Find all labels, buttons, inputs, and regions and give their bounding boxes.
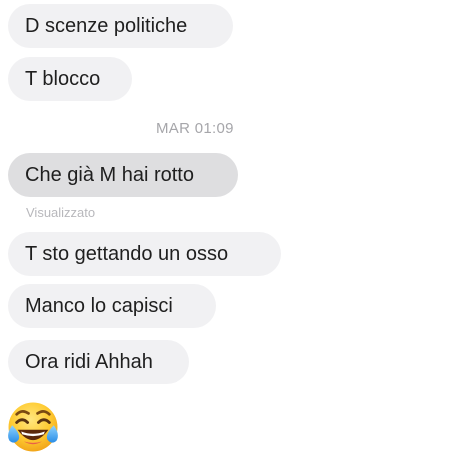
message-bubble[interactable]: D scenze politiche [8, 4, 233, 48]
message-timestamp: MAR 01:09 [156, 120, 234, 137]
message-bubble[interactable]: Ora ridi Ahhah [8, 340, 189, 384]
face-with-tears-of-joy-icon[interactable] [4, 398, 62, 456]
message-bubble-selected[interactable]: Che già M hai rotto [8, 153, 238, 197]
message-bubble[interactable]: T blocco [8, 57, 132, 101]
seen-status: Visualizzato [26, 205, 96, 220]
message-bubble[interactable]: T sto gettando un osso [8, 232, 281, 276]
message-bubble[interactable]: Manco lo capisci [8, 284, 216, 328]
